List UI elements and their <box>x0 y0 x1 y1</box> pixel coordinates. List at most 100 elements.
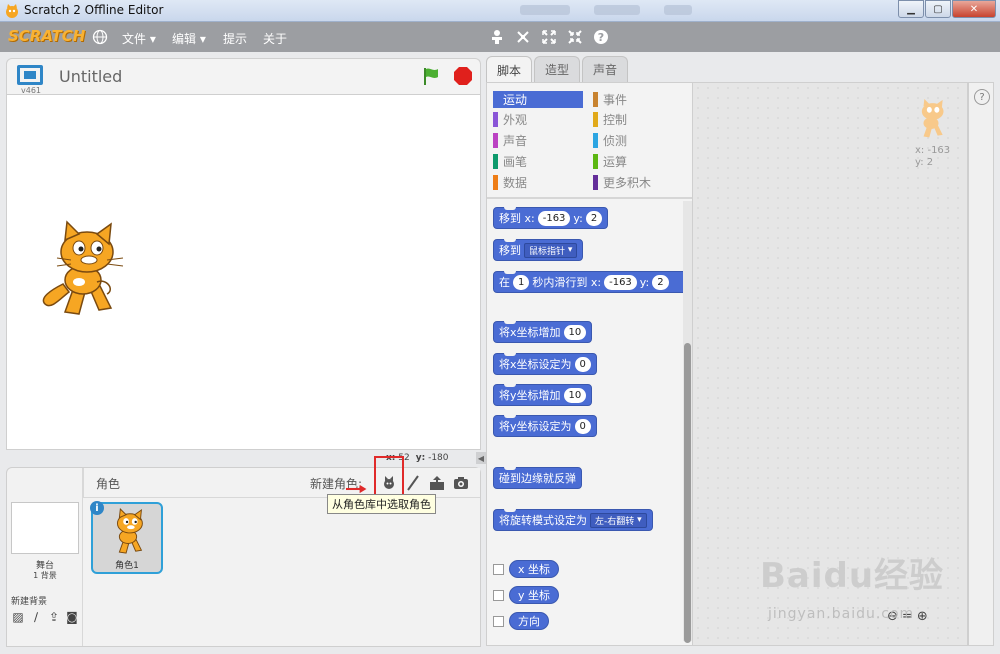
scratch-logo[interactable]: SCRATCH <box>8 27 85 45</box>
category-pen[interactable]: 画笔 <box>493 153 583 170</box>
camera-backdrop-icon[interactable]: ◙ <box>65 610 79 624</box>
category-data[interactable]: 数据 <box>493 174 583 191</box>
window-controls: ▁ ▢ ✕ <box>897 0 996 18</box>
stage-column: 舞台 1 背景 新建背景 ▨ ∕ ⇪ ◙ <box>7 468 83 646</box>
backdrop-library-icon[interactable]: ▨ <box>11 610 25 624</box>
blocks-list: 移到 x: -163 y: 2 移到 鼠标指针 ▾ 在 1 秒内滑行到 x: -… <box>487 201 683 647</box>
block-goto-xy[interactable]: 移到 x: -163 y: 2 <box>493 207 609 229</box>
duplicate-icon[interactable] <box>488 28 506 46</box>
grow-icon[interactable] <box>540 28 558 46</box>
category-events[interactable]: 事件 <box>593 91 683 108</box>
tab-scripts[interactable]: 脚本 <box>486 56 533 83</box>
x-input[interactable]: -163 <box>604 274 637 290</box>
shrink-icon[interactable] <box>566 28 584 46</box>
green-flag-icon[interactable] <box>421 66 441 86</box>
block-set-x[interactable]: 将x坐标设定为 0 <box>493 353 597 375</box>
zoom-out-icon[interactable]: ⊖ <box>887 609 898 624</box>
menu-file[interactable]: 文件 ▾ <box>122 30 156 47</box>
block-text: 将y坐标设定为 <box>499 420 572 433</box>
secs-input[interactable]: 1 <box>513 274 530 290</box>
svg-text:?: ? <box>598 31 604 44</box>
help-tips-icon[interactable]: ? <box>974 89 990 105</box>
y-input[interactable]: 2 <box>585 210 603 226</box>
block-change-y[interactable]: 将y坐标增加 10 <box>493 384 593 406</box>
editor-tabs: 脚本 造型 声音 <box>486 56 629 83</box>
camera-sprite-icon[interactable] <box>452 474 470 492</box>
block-text: 移到 x: <box>499 212 535 225</box>
blurred-text <box>520 5 570 15</box>
tab-sounds[interactable]: 声音 <box>582 56 629 82</box>
zoom-reset-icon[interactable]: = <box>902 609 913 624</box>
script-area[interactable]: x: -163 y: 2 ⊖ = ⊕ <box>692 82 968 646</box>
collapse-stage-icon[interactable]: ◀ <box>476 452 486 464</box>
paint-sprite-icon[interactable] <box>404 474 422 492</box>
project-title[interactable]: Untitled <box>59 67 122 86</box>
sprite-tile-cat[interactable]: i 角色1 <box>90 501 163 574</box>
menu-tips[interactable]: 提示 <box>223 30 247 47</box>
paint-backdrop-icon[interactable]: ∕ <box>29 610 43 624</box>
window-title: Scratch 2 Offline Editor <box>24 3 164 17</box>
sprite-library-tooltip: 从角色库中选取角色 <box>327 494 436 514</box>
category-operators[interactable]: 运算 <box>593 153 683 170</box>
stage-backdrop-count: 1 背景 <box>33 571 57 580</box>
block-bounce[interactable]: 碰到边缘就反弹 <box>493 467 582 489</box>
stage-canvas[interactable] <box>6 94 481 450</box>
category-sensing[interactable]: 侦测 <box>593 132 683 149</box>
x-input[interactable]: -163 <box>537 210 571 226</box>
menu-edit[interactable]: 编辑 ▾ <box>172 30 206 47</box>
checkbox-y-position[interactable] <box>493 590 504 601</box>
block-text: 秒内滑行到 x: <box>532 276 602 289</box>
zoom-in-icon[interactable]: ⊕ <box>917 609 928 624</box>
language-globe-icon[interactable] <box>92 29 108 45</box>
block-set-y[interactable]: 将y坐标设定为 0 <box>493 415 597 437</box>
menu-about[interactable]: 关于 <box>263 30 287 47</box>
rotation-style-dropdown[interactable]: 左-右翻转 ▾ <box>590 512 647 528</box>
block-change-x[interactable]: 将x坐标增加 10 <box>493 321 593 343</box>
upload-sprite-icon[interactable] <box>428 474 446 492</box>
scratch-cat-icon <box>6 4 18 18</box>
category-looks[interactable]: 外观 <box>493 111 583 128</box>
checkbox-x-position[interactable] <box>493 564 504 575</box>
block-text: 将x坐标增加 <box>499 326 561 339</box>
value-input[interactable]: 0 <box>574 418 591 434</box>
info-icon[interactable]: i <box>90 501 104 515</box>
blurred-text <box>664 5 692 15</box>
goto-target-dropdown[interactable]: 鼠标指针 ▾ <box>524 242 578 258</box>
sprite-y-readout: y: 2 <box>915 157 934 168</box>
sprite-library-icon[interactable] <box>380 474 398 492</box>
new-backdrop-label: 新建背景 <box>11 597 48 607</box>
palette-divider <box>487 197 693 199</box>
maximize-button[interactable]: ▢ <box>925 0 951 18</box>
category-motion[interactable]: 运动 <box>493 91 583 108</box>
stop-sign-icon[interactable] <box>453 66 473 86</box>
reporter-y-position[interactable]: y 坐标 <box>509 586 560 604</box>
sprite-thumbnail-cat <box>116 508 143 554</box>
blurred-text <box>594 5 640 15</box>
help-icon[interactable]: ? <box>592 28 610 46</box>
fullscreen-icon[interactable] <box>17 65 43 85</box>
block-text: y: <box>573 211 583 225</box>
value-input[interactable]: 0 <box>574 356 591 372</box>
category-sound[interactable]: 声音 <box>493 132 583 149</box>
sprite-cat-on-stage[interactable] <box>35 220 131 320</box>
value-input[interactable]: 10 <box>563 387 587 403</box>
block-goto[interactable]: 移到 鼠标指针 ▾ <box>493 239 584 261</box>
y-input[interactable]: 2 <box>652 274 669 290</box>
block-rotation-style[interactable]: 将旋转模式设定为 左-右翻转 ▾ <box>493 509 653 531</box>
value-input[interactable]: 10 <box>563 324 587 340</box>
reporter-x-position[interactable]: x 坐标 <box>509 560 560 578</box>
minimize-button[interactable]: ▁ <box>898 0 924 18</box>
checkbox-direction[interactable] <box>493 616 504 627</box>
stage-thumbnail[interactable] <box>11 502 79 554</box>
upload-backdrop-icon[interactable]: ⇪ <box>47 610 61 624</box>
category-control[interactable]: 控制 <box>593 111 683 128</box>
blocks-palette: 运动 事件 外观 控制 声音 侦测 画笔 运算 数据 更多积木 移到 x: -1… <box>486 82 693 647</box>
tab-costumes[interactable]: 造型 <box>534 56 581 82</box>
new-backdrop-tools: ▨ ∕ ⇪ ◙ <box>11 610 79 624</box>
palette-scrollbar-thumb[interactable] <box>684 343 691 643</box>
category-more-blocks[interactable]: 更多积木 <box>593 174 683 191</box>
reporter-direction[interactable]: 方向 <box>509 612 549 630</box>
close-button[interactable]: ✕ <box>952 0 996 18</box>
block-glide[interactable]: 在 1 秒内滑行到 x: -163 y: 2 <box>493 271 683 293</box>
delete-icon[interactable] <box>514 28 532 46</box>
